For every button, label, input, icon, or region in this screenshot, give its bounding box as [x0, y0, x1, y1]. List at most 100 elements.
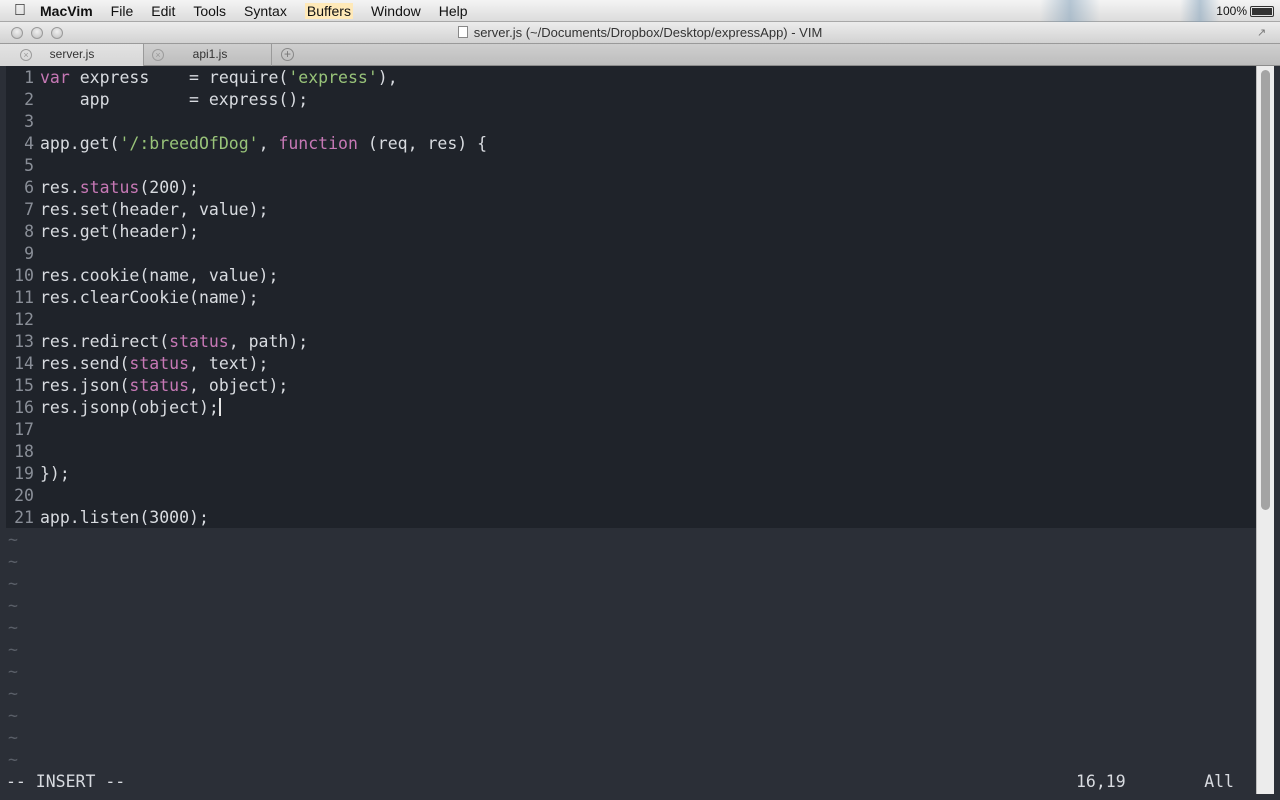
code-token: res.clearCookie(name); [40, 288, 259, 307]
code-text: }); [40, 464, 70, 483]
code-line[interactable]: 16 res.jsonp(object); [6, 397, 221, 419]
editor-area[interactable]: 1 var express = require('express'), 2 app … [6, 66, 1256, 794]
code-line[interactable]: 10 res.cookie(name, value); [6, 265, 278, 287]
code-line[interactable]: 6 res.status(200); [6, 177, 199, 199]
code-line[interactable]: 7 res.set(header, value); [6, 199, 268, 221]
code-line[interactable]: 13 res.redirect(status, path); [6, 331, 308, 353]
code-token: app = express(); [40, 90, 309, 109]
background-blur [1040, 0, 1100, 22]
keyword-token: status [129, 354, 190, 373]
menu-file[interactable]: File [111, 3, 134, 19]
code-line[interactable]: 11 res.clearCookie(name); [6, 287, 259, 309]
code-line[interactable]: 21 app.listen(3000); [6, 507, 209, 529]
code-text: app.listen(3000); [40, 508, 209, 527]
menu-tools[interactable]: Tools [193, 3, 226, 19]
line-number: 7 [24, 200, 34, 219]
code-token: app.listen(3000); [40, 508, 209, 527]
tab-label: api1.js [192, 47, 228, 61]
code-text: app = express(); [40, 90, 308, 109]
menu-syntax[interactable]: Syntax [244, 3, 287, 19]
code-token: express = require( [69, 68, 289, 87]
empty-buffer-line: ~ [8, 662, 18, 681]
empty-buffer-line: ~ [8, 596, 18, 615]
code-line[interactable]: 5 [6, 155, 40, 177]
battery-icon[interactable] [1250, 5, 1274, 17]
battery-percent[interactable]: 100% [1216, 4, 1247, 18]
empty-buffer-line: ~ [8, 728, 18, 747]
tab-api1-js[interactable]: × api1.js [144, 44, 272, 66]
code-text: res.cookie(name, value); [40, 266, 278, 285]
code-line[interactable]: 4 app.get('/:breedOfDog', function (req, … [6, 133, 487, 155]
tab-server-js[interactable]: × server.js [0, 44, 144, 66]
add-tab-icon[interactable]: + [281, 48, 294, 61]
tab-bar: × server.js × api1.js + [0, 44, 1280, 66]
window-title: server.js (~/Documents/Dropbox/Desktop/e… [0, 25, 1280, 40]
menu-buffers[interactable]: Buffers [304, 2, 353, 19]
line-number: 13 [14, 332, 34, 351]
line-number: 18 [14, 442, 34, 461]
code-token: , [258, 134, 279, 153]
line-number: 19 [14, 464, 34, 483]
fullscreen-icon[interactable]: ↗ [1257, 26, 1270, 39]
empty-buffer-line: ~ [8, 750, 18, 769]
line-number: 21 [14, 508, 34, 527]
code-line[interactable]: 12 [6, 309, 40, 331]
line-number: 3 [24, 112, 34, 131]
code-token: (200); [139, 178, 199, 197]
code-line[interactable]: 3 [6, 111, 40, 133]
menu-window[interactable]: Window [371, 3, 421, 19]
code-token: , path); [228, 332, 309, 351]
code-text: res.set(header, value); [40, 200, 268, 219]
code-token: res.set(header, value); [40, 200, 269, 219]
code-line[interactable]: 20 [6, 485, 40, 507]
line-number: 6 [24, 178, 34, 197]
code-line[interactable]: 8 res.get(header); [6, 221, 199, 243]
code-token: ), [377, 68, 398, 87]
apple-icon[interactable]:  [0, 2, 40, 20]
empty-buffer-line: ~ [8, 552, 18, 571]
vertical-scrollbar[interactable] [1256, 66, 1274, 794]
code-line[interactable]: 14 res.send(status, text); [6, 353, 269, 375]
cursor-position: 16,19 [1076, 772, 1126, 791]
code-text: res.get(header); [40, 222, 199, 241]
code-token: }); [40, 464, 70, 483]
code-token: res.cookie(name, value); [40, 266, 279, 285]
line-number: 8 [24, 222, 34, 241]
app-menu[interactable]: MacVim [40, 3, 93, 19]
code-text: res.jsonp(object); [40, 398, 221, 417]
code-line[interactable]: 18 [6, 441, 40, 463]
empty-buffer-line: ~ [8, 618, 18, 637]
scrollbar-thumb[interactable] [1261, 70, 1270, 510]
code-line[interactable]: 17 [6, 419, 40, 441]
code-token: res.redirect( [40, 332, 170, 351]
empty-buffer-line: ~ [8, 684, 18, 703]
empty-buffer-line: ~ [8, 706, 18, 725]
code-token: res. [40, 178, 80, 197]
code-token: , object); [189, 376, 289, 395]
code-text: res.status(200); [40, 178, 199, 197]
mode-indicator: -- INSERT -- [6, 772, 126, 791]
keyword-token: status [79, 178, 140, 197]
code-line[interactable]: 1 var express = require('express'), [6, 67, 398, 89]
code-line[interactable]: 9 [6, 243, 40, 265]
vim-status-line: -- INSERT -- 16,19 All [6, 771, 1256, 793]
line-number: 1 [24, 68, 34, 87]
keyword-token: function [278, 134, 358, 153]
code-line[interactable]: 19}); [6, 463, 70, 485]
code-token: res.json( [40, 376, 130, 395]
code-line[interactable]: 2 app = express(); [6, 89, 308, 111]
code-token: , text); [189, 354, 269, 373]
empty-buffer-line: ~ [8, 530, 18, 549]
line-number: 9 [24, 244, 34, 263]
line-number: 10 [14, 266, 34, 285]
line-number: 12 [14, 310, 34, 329]
line-number: 17 [14, 420, 34, 439]
keyword-token: status [169, 332, 229, 351]
menu-edit[interactable]: Edit [151, 3, 175, 19]
menu-bar:  MacVim File Edit Tools Syntax Buffers … [0, 0, 1280, 22]
window-title-text: server.js (~/Documents/Dropbox/Desktop/e… [473, 25, 823, 40]
empty-buffer-line: ~ [8, 574, 18, 593]
menu-help[interactable]: Help [439, 3, 468, 19]
code-line[interactable]: 15 res.json(status, object); [6, 375, 288, 397]
string-token: 'express' [288, 68, 378, 87]
